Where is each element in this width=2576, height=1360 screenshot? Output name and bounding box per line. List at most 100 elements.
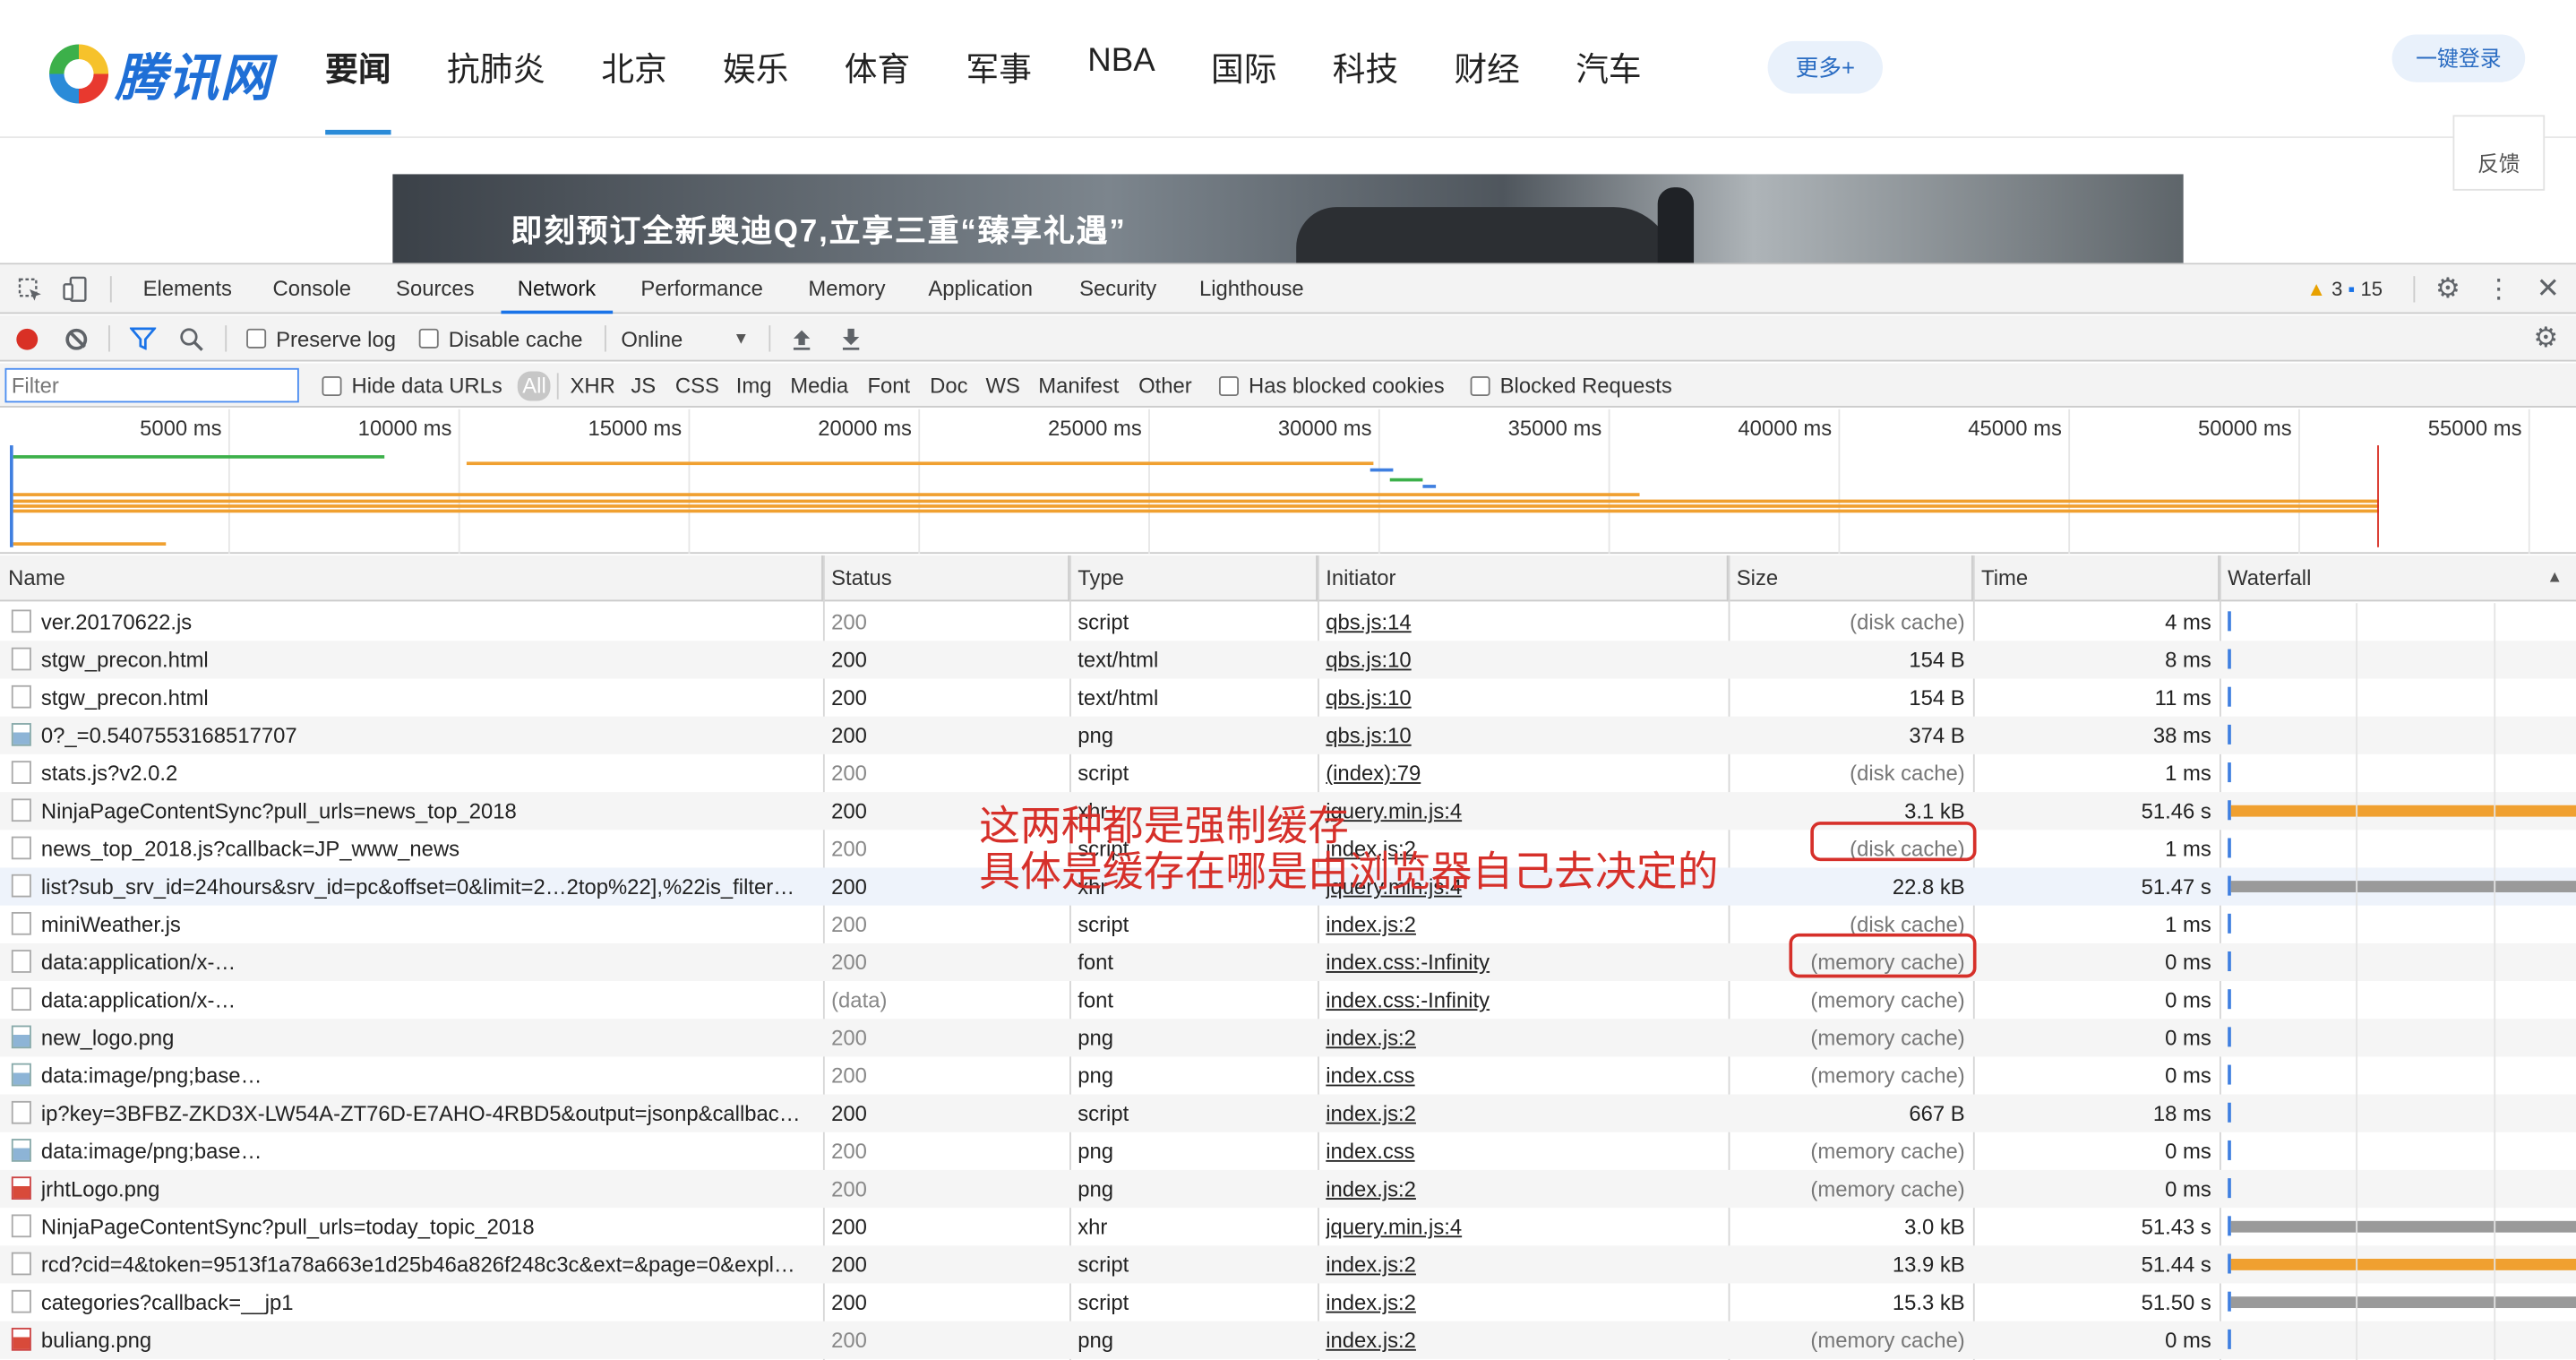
request-initiator-link[interactable]: jquery.min.js:4	[1326, 792, 1720, 830]
request-initiator-link[interactable]: qbs.js:10	[1326, 679, 1720, 717]
tab-lighthouse[interactable]: Lighthouse	[1199, 264, 1304, 314]
has-blocked-cookies-checkbox[interactable]: Has blocked cookies	[1218, 363, 1445, 408]
column-header-waterfall[interactable]: Waterfall ▲	[2220, 555, 2576, 601]
filter-toggle[interactable]	[129, 315, 157, 361]
table-row[interactable]: stgw_precon.html 200 text/html qbs.js:10 154…	[0, 679, 2576, 717]
table-row[interactable]: stats.js?v2.0.2 200 script (index):79 (disk …	[0, 754, 2576, 792]
table-row[interactable]: NinjaPageContentSync?pull_urls=today_top…	[0, 1208, 2576, 1245]
request-initiator-link[interactable]: jquery.min.js:4	[1326, 1208, 1720, 1245]
table-row[interactable]: rcd?cid=4&token=9513f1a78a663e1d25b46a82…	[0, 1245, 2576, 1284]
tab-memory[interactable]: Memory	[808, 264, 885, 314]
table-row[interactable]: data:application/x-… 200 font index.css:-In…	[0, 943, 2576, 982]
tab-security[interactable]: Security	[1079, 264, 1156, 314]
search-button[interactable]	[179, 315, 204, 361]
request-initiator-link[interactable]: qbs.js:10	[1326, 717, 1720, 754]
filter-type-xhr[interactable]: XHR	[570, 363, 614, 408]
throttling-select[interactable]: Online ▼	[621, 315, 752, 361]
blocked-requests-checkbox[interactable]: Blocked Requests	[1470, 363, 1672, 408]
column-header-initiator[interactable]: Initiator	[1318, 555, 1729, 602]
table-row[interactable]: miniWeather.js 200 script index.js:2 (disk c…	[0, 906, 2576, 943]
table-row[interactable]: categories?callback=__jp1 200 script index.…	[0, 1284, 2576, 1321]
nav-item-guoji[interactable]: 国际	[1211, 43, 1276, 135]
request-time: 0 ms	[2165, 950, 2211, 975]
export-har-button[interactable]	[839, 315, 863, 361]
column-header-size[interactable]: Size	[1729, 555, 1973, 602]
request-initiator-link[interactable]: index.js:2	[1326, 906, 1720, 943]
request-initiator-link[interactable]: index.js:2	[1326, 1019, 1720, 1056]
table-row[interactable]: ip?key=3BFBZ-ZKD3X-LW54A-ZT76D-E7AHO-4RB…	[0, 1094, 2576, 1132]
request-initiator-link[interactable]: qbs.js:14	[1326, 603, 1720, 641]
inspect-element-icon[interactable]	[13, 264, 47, 314]
table-row[interactable]: jrhtLogo.png 200 png index.js:2 (memory cach…	[0, 1169, 2576, 1209]
request-initiator-link[interactable]: index.css:-Infinity	[1326, 943, 1720, 981]
settings-gear-icon[interactable]: ⚙	[2432, 264, 2465, 314]
table-row[interactable]: stgw_precon.html 200 text/html qbs.js:10 154…	[0, 641, 2576, 679]
filter-type-manifest[interactable]: Manifest	[1038, 363, 1119, 408]
request-initiator-link[interactable]: qbs.js:10	[1326, 641, 1720, 678]
nav-item-keji[interactable]: 科技	[1333, 43, 1398, 135]
import-har-button[interactable]	[790, 315, 813, 361]
column-header-time[interactable]: Time	[1973, 555, 2220, 602]
filter-type-font[interactable]: Font	[867, 363, 910, 408]
request-initiator-link[interactable]: index.js:2	[1326, 1170, 1720, 1208]
site-logo[interactable]: 腾讯网	[49, 36, 272, 110]
clear-button[interactable]	[65, 315, 88, 361]
nav-item-kangfeiyan[interactable]: 抗肺炎	[447, 43, 545, 135]
nav-item-qiche[interactable]: 汽车	[1576, 43, 1641, 135]
close-icon[interactable]: ✕	[2533, 264, 2563, 314]
table-row[interactable]: data:application/x-… (data) font index.css:…	[0, 981, 2576, 1019]
filter-type-all[interactable]: All	[517, 363, 552, 408]
hide-data-urls-checkbox[interactable]: Hide data URLs	[322, 363, 502, 408]
tab-performance[interactable]: Performance	[640, 264, 763, 314]
login-button[interactable]: 一键登录	[2391, 34, 2526, 82]
network-settings-gear-icon[interactable]: ⚙	[2533, 315, 2558, 361]
filter-type-js[interactable]: JS	[631, 363, 656, 408]
request-initiator-link[interactable]: (index):79	[1326, 754, 1720, 792]
record-button[interactable]	[16, 315, 39, 361]
disable-cache-checkbox[interactable]: Disable cache	[418, 315, 583, 361]
filter-type-media[interactable]: Media	[790, 363, 848, 408]
tab-elements[interactable]: Elements	[143, 264, 232, 314]
request-initiator-link[interactable]: index.js:2	[1326, 1095, 1720, 1132]
device-toolbar-icon[interactable]	[59, 264, 92, 314]
network-overview-timeline[interactable]: 5000 ms 10000 ms 15000 ms 20000 ms 25000…	[0, 409, 2576, 555]
filter-type-ws[interactable]: WS	[986, 363, 1020, 408]
more-options-icon[interactable]: ⋮	[2484, 264, 2513, 314]
tab-application[interactable]: Application	[928, 264, 1033, 314]
tab-console[interactable]: Console	[272, 264, 350, 314]
request-initiator-link[interactable]: index.js:2	[1326, 1284, 1720, 1321]
preserve-log-checkbox[interactable]: Preserve log	[246, 315, 396, 361]
nav-item-yule[interactable]: 娱乐	[723, 43, 788, 135]
column-header-type[interactable]: Type	[1069, 555, 1318, 602]
banner-ad[interactable]: 即刻预订全新奥迪Q7,立享三重“臻享礼遇”	[392, 174, 2184, 265]
nav-item-junshi[interactable]: 军事	[966, 43, 1032, 135]
nav-item-yaowen[interactable]: 要闻	[325, 43, 391, 135]
request-initiator-link[interactable]: index.css:-Infinity	[1326, 981, 1720, 1019]
filter-type-doc[interactable]: Doc	[930, 363, 967, 408]
table-row[interactable]: ver.20170622.js 200 script qbs.js:14 (disk c…	[0, 603, 2576, 641]
request-initiator-link[interactable]: index.css	[1326, 1132, 1720, 1170]
feedback-button[interactable]: 反馈	[2452, 115, 2546, 191]
nav-item-tiyu[interactable]: 体育	[845, 43, 910, 135]
table-row[interactable]: new_logo.png 200 png index.js:2 (memory cach…	[0, 1019, 2576, 1057]
request-initiator-link[interactable]: index.js:2	[1326, 1245, 1720, 1283]
nav-item-caijing[interactable]: 财经	[1454, 43, 1519, 135]
filter-input[interactable]	[4, 367, 299, 403]
request-initiator-link[interactable]: index.css	[1326, 1056, 1720, 1094]
more-button[interactable]: 更多+	[1767, 40, 1883, 94]
table-row[interactable]: 0?_=0.5407553168517707 200 png qbs.js:10 374…	[0, 716, 2576, 754]
nav-item-beijing[interactable]: 北京	[601, 43, 666, 135]
table-row[interactable]: data:image/png;base… 200 png index.css (memo…	[0, 1132, 2576, 1170]
table-row[interactable]: data:image/png;base… 200 png index.css (memo…	[0, 1056, 2576, 1094]
column-header-name[interactable]: Name	[0, 555, 823, 602]
request-initiator-link[interactable]: index.js:2	[1326, 1321, 1720, 1359]
filter-type-img[interactable]: Img	[736, 363, 772, 408]
tab-network[interactable]: Network	[501, 264, 612, 314]
tab-sources[interactable]: Sources	[396, 264, 474, 314]
filter-type-other[interactable]: Other	[1138, 363, 1192, 408]
filter-type-css[interactable]: CSS	[675, 363, 719, 408]
table-row[interactable]: buliang.png 200 png index.js:2 (memory cache…	[0, 1321, 2576, 1359]
column-header-status[interactable]: Status	[823, 555, 1070, 602]
nav-item-nba[interactable]: NBA	[1087, 43, 1155, 135]
issues-counter[interactable]: ▲ 3 ▪ 15	[2306, 264, 2383, 314]
